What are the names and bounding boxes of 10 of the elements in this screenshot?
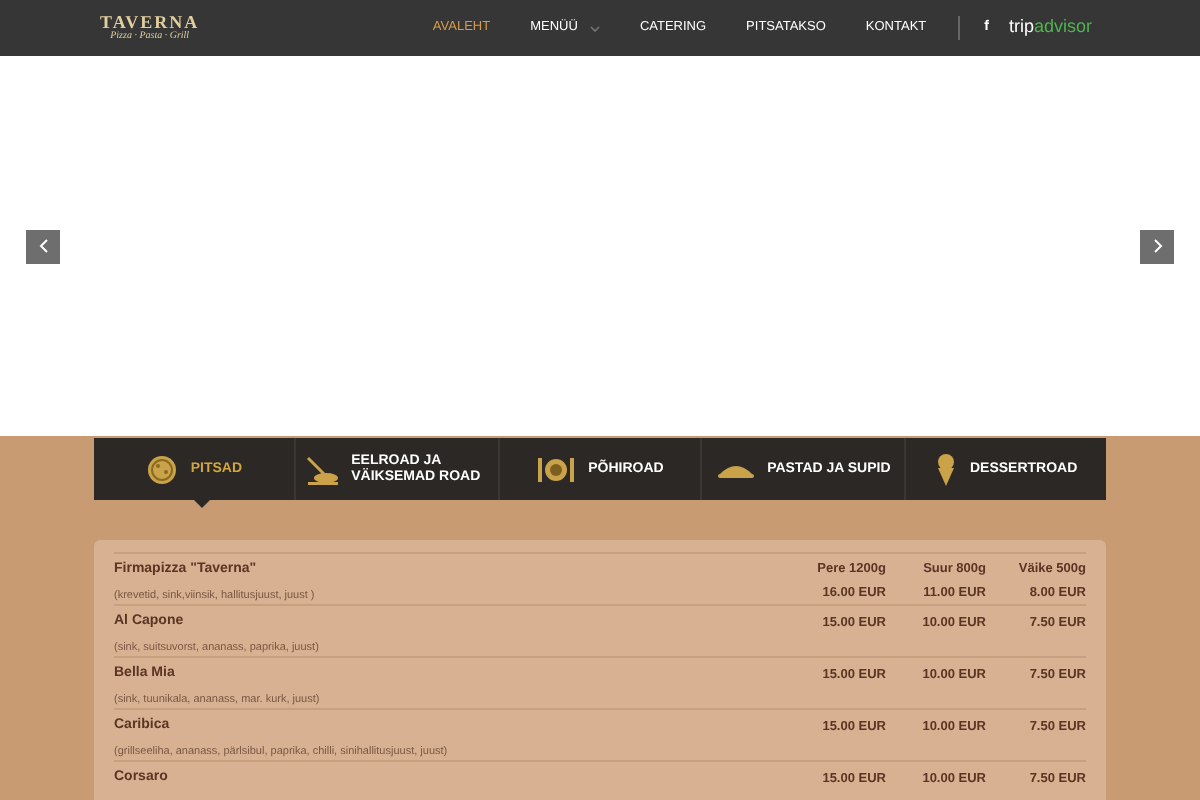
previous-slide-button[interactable]	[26, 229, 60, 263]
ice-cream-icon	[933, 451, 958, 487]
logo-title[interactable]: TAVERNA	[100, 14, 200, 32]
plate-icon	[536, 455, 577, 483]
chevron-left-icon	[37, 238, 49, 254]
next-slide-button[interactable]	[1140, 229, 1174, 263]
tripadvisor-link[interactable]: tripadvisor	[1000, 14, 1100, 42]
chevron-right-icon	[1151, 238, 1163, 254]
cutting-board-icon	[303, 453, 340, 485]
pizza-icon	[146, 453, 179, 485]
